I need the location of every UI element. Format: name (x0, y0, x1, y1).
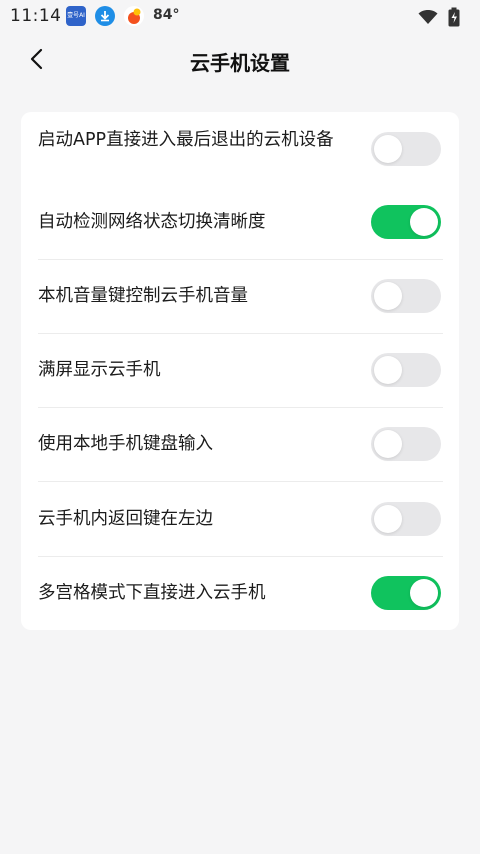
app-notification-icon: 壹号AI (66, 6, 86, 26)
setting-label: 满屏显示云手机 (38, 360, 161, 380)
toggle-knob (410, 579, 438, 607)
setting-row-back-key-left: 云手机内返回键在左边 (38, 501, 443, 541)
toggle-knob (374, 430, 402, 458)
setting-row-local-keyboard: 使用本地手机键盘输入 (38, 426, 443, 466)
header: 云手机设置 (0, 32, 480, 92)
divider (38, 481, 443, 482)
toggle-volume-keys[interactable] (371, 279, 441, 313)
battery-charging-icon (448, 7, 460, 32)
status-time: 11:14 (10, 6, 62, 26)
page-title: 云手机设置 (190, 51, 290, 75)
divider (38, 333, 443, 334)
toggle-knob (374, 135, 402, 163)
toggle-knob (410, 208, 438, 236)
status-bar: 11:14 壹号AI 84° (0, 0, 480, 32)
settings-card: 启动APP直接进入最后退出的云机设备 自动检测网络状态切换清晰度 本机音量键控制… (21, 112, 459, 630)
download-icon (95, 6, 115, 26)
setting-label: 本机音量键控制云手机音量 (38, 286, 248, 306)
divider (38, 556, 443, 557)
weather-sun-icon (124, 6, 144, 26)
toggle-resume-last-device[interactable] (371, 132, 441, 166)
status-temperature: 84° (153, 7, 180, 23)
setting-row-resume-last-device: 启动APP直接进入最后退出的云机设备 (38, 129, 443, 189)
toggle-knob (374, 282, 402, 310)
setting-label: 使用本地手机键盘输入 (38, 434, 213, 454)
setting-label: 云手机内返回键在左边 (38, 509, 213, 529)
setting-row-volume-keys: 本机音量键控制云手机音量 (38, 278, 443, 318)
setting-row-fullscreen: 满屏显示云手机 (38, 352, 443, 392)
toggle-knob (374, 356, 402, 384)
setting-row-grid-direct-enter: 多宫格模式下直接进入云手机 (38, 575, 443, 615)
app-notification-icon-text: 壹号AI (67, 12, 85, 19)
setting-row-auto-quality: 自动检测网络状态切换清晰度 (38, 204, 443, 244)
setting-label: 自动检测网络状态切换清晰度 (38, 212, 266, 232)
toggle-local-keyboard[interactable] (371, 427, 441, 461)
status-right-icons (418, 7, 460, 32)
toggle-back-key-left[interactable] (371, 502, 441, 536)
toggle-grid-direct-enter[interactable] (371, 576, 441, 610)
wifi-icon (418, 9, 438, 30)
setting-label: 多宫格模式下直接进入云手机 (38, 583, 266, 603)
setting-label: 启动APP直接进入最后退出的云机设备 (38, 130, 334, 150)
toggle-fullscreen[interactable] (371, 353, 441, 387)
toggle-auto-quality[interactable] (371, 205, 441, 239)
divider (38, 259, 443, 260)
toggle-knob (374, 505, 402, 533)
divider (38, 407, 443, 408)
